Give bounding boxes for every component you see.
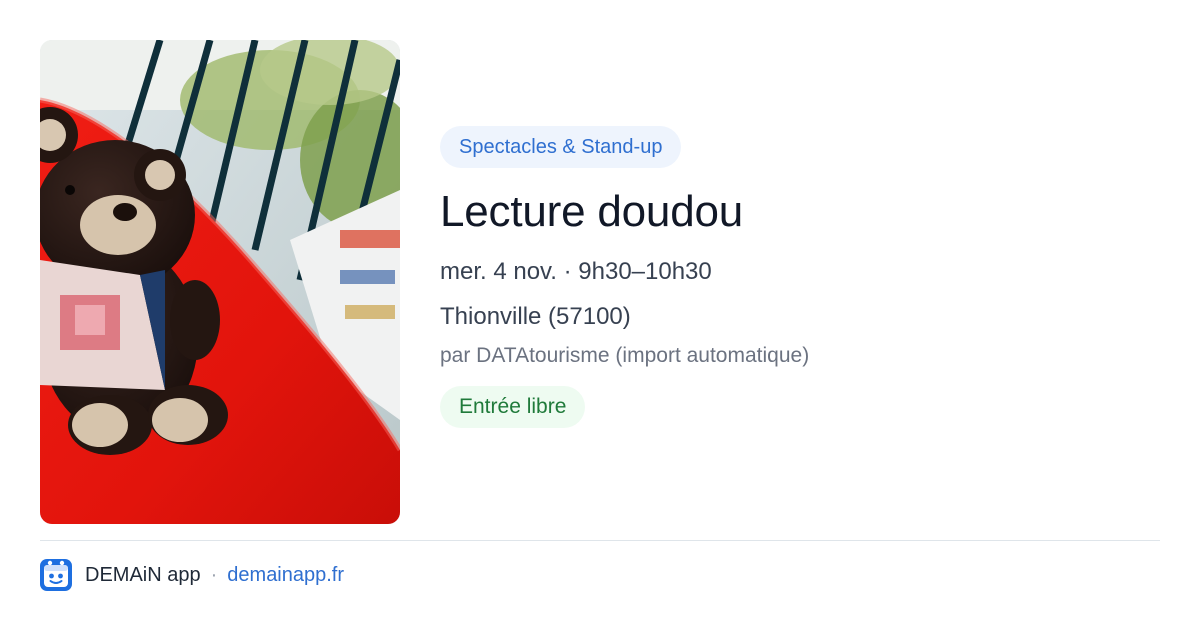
app-name: DEMAiN app — [85, 563, 201, 586]
event-photo — [40, 40, 400, 524]
footer-separator: · — [210, 563, 218, 586]
footer-divider — [40, 540, 1160, 541]
demain-logo-icon — [40, 559, 72, 591]
event-title: Lecture doudou — [440, 187, 744, 236]
event-location: Thionville (57100) — [440, 303, 631, 330]
category-badge: Spectacles & Stand-up — [440, 126, 682, 168]
event-info: Spectacles & Stand-up Lecture doudou mer… — [440, 126, 1160, 428]
event-organizer: par DATAtourisme (import automatique) — [440, 344, 810, 367]
price-badge: Entrée libre — [440, 386, 586, 428]
event-date: mer. 4 nov. · 9h30–10h30 — [440, 258, 712, 285]
share-card: Spectacles & Stand-up Lecture doudou mer… — [0, 0, 1200, 630]
app-website-link[interactable]: demainapp.fr — [227, 564, 344, 587]
footer: DEMAiN app · demainapp.fr — [40, 558, 344, 592]
